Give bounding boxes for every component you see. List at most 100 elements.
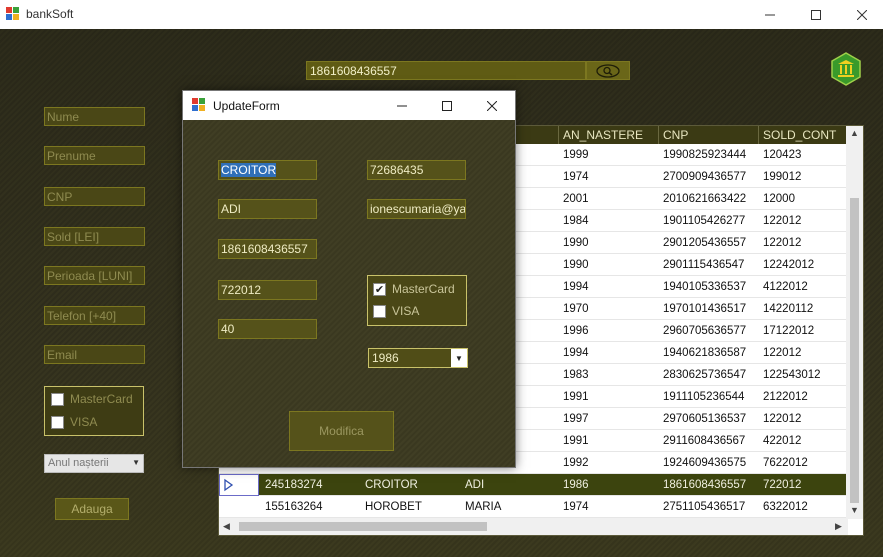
table-cell[interactable]: 2911608436567 (659, 430, 759, 452)
scroll-down-icon[interactable]: ▼ (850, 505, 859, 515)
table-cell[interactable]: 1970 (559, 298, 659, 320)
table-cell[interactable]: 1994 (559, 342, 659, 364)
visa-checkbox[interactable]: VISA (51, 415, 97, 429)
table-cell[interactable]: 1990 (559, 232, 659, 254)
sold-field[interactable]: Sold [LEI] (44, 227, 145, 246)
table-cell[interactable]: 1994 (559, 276, 659, 298)
prenume-input[interactable]: ADI (218, 199, 317, 219)
table-cell[interactable]: 6322012 (759, 496, 848, 518)
perioada-field[interactable]: Perioada [LUNI] (44, 266, 145, 285)
table-cell[interactable]: 1911105236544 (659, 386, 759, 408)
cnp-input[interactable]: 1861608436557 (218, 239, 317, 259)
table-cell[interactable]: 1991 (559, 386, 659, 408)
search-input[interactable]: 1861608436557 (306, 61, 586, 80)
table-cell[interactable]: HOROBET (361, 496, 461, 518)
table-cell[interactable]: 2700909436577 (659, 166, 759, 188)
scroll-up-icon[interactable]: ▲ (850, 128, 859, 138)
table-cell[interactable]: 2901115436547 (659, 254, 759, 276)
checkbox-box[interactable] (51, 415, 64, 429)
table-cell[interactable]: MARIA (461, 496, 561, 518)
telefon-field[interactable]: Telefon [+40] (44, 306, 145, 325)
table-cell[interactable]: 14220112 (759, 298, 848, 320)
scroll-right-icon[interactable]: ▶ (835, 521, 842, 532)
table-row[interactable]: 155163264 HOROBET MARIA 1974 2751105436517 63… (219, 496, 848, 518)
table-cell[interactable]: 722012 (759, 474, 848, 496)
vertical-scrollbar[interactable]: ▲ ▼ (846, 126, 863, 519)
table-cell[interactable]: 2960705636577 (659, 320, 759, 342)
table-cell[interactable]: 4122012 (759, 276, 848, 298)
column-header[interactable]: SOLD_CONT (759, 126, 848, 144)
scroll-left-icon[interactable]: ◀ (223, 521, 230, 532)
table-cell[interactable]: 122012 (759, 232, 848, 254)
search-button[interactable] (586, 61, 630, 80)
table-cell[interactable]: 122012 (759, 342, 848, 364)
table-cell[interactable]: 122012 (759, 408, 848, 430)
table-cell[interactable]: 2830625736547 (659, 364, 759, 386)
horizontal-scrollbar[interactable]: ◀ ▶ (219, 518, 848, 535)
table-cell[interactable]: 1974 (559, 496, 659, 518)
table-cell[interactable]: 122543012 (759, 364, 848, 386)
table-cell[interactable]: 1990825923444 (659, 144, 759, 166)
table-cell[interactable]: 122012 (759, 210, 848, 232)
table-cell[interactable]: CROITOR (361, 474, 461, 496)
table-cell[interactable]: 1992 (559, 452, 659, 474)
dialog-year-select[interactable]: 1986 ▼ (368, 348, 468, 368)
table-cell[interactable]: 2122012 (759, 386, 848, 408)
table-cell[interactable]: 155163264 (261, 496, 361, 518)
sold-input[interactable]: 722012 (218, 280, 317, 300)
prenume-field[interactable]: Prenume (44, 146, 145, 165)
table-cell[interactable]: 1999 (559, 144, 659, 166)
table-cell[interactable]: 245183274 (261, 474, 361, 496)
vertical-scroll-thumb[interactable] (850, 198, 859, 503)
table-cell[interactable]: 1940621836587 (659, 342, 759, 364)
table-cell[interactable]: 1996 (559, 320, 659, 342)
table-cell[interactable]: 1991 (559, 430, 659, 452)
dialog-minimize-button[interactable] (379, 91, 425, 120)
table-cell[interactable]: 7622012 (759, 452, 848, 474)
checkbox-box[interactable]: ✔ (373, 282, 386, 296)
minimize-button[interactable] (747, 0, 793, 29)
table-cell[interactable]: 2001 (559, 188, 659, 210)
table-cell[interactable]: 2751105436517 (659, 496, 759, 518)
table-cell[interactable]: 1984 (559, 210, 659, 232)
table-row[interactable]: 245183274 CROITOR ADI 1986 1861608436557 7220… (219, 474, 848, 496)
table-cell[interactable]: 1901105426277 (659, 210, 759, 232)
telefon-input[interactable]: 72686435 (367, 160, 466, 180)
dialog-close-button[interactable] (469, 91, 515, 120)
table-cell[interactable]: 199012 (759, 166, 848, 188)
table-cell[interactable]: 2970605136537 (659, 408, 759, 430)
table-cell[interactable]: 1997 (559, 408, 659, 430)
table-cell[interactable]: 1990 (559, 254, 659, 276)
checkbox-box[interactable] (51, 392, 64, 406)
dialog-maximize-button[interactable] (424, 91, 470, 120)
horizontal-scroll-thumb[interactable] (239, 522, 487, 531)
table-cell[interactable]: 1970101436517 (659, 298, 759, 320)
table-cell[interactable]: 1940105336537 (659, 276, 759, 298)
table-cell[interactable]: 1974 (559, 166, 659, 188)
chevron-down-icon[interactable]: ▼ (451, 349, 467, 367)
column-header[interactable]: AN_NASTERE (559, 126, 659, 144)
dialog-visa-checkbox[interactable]: VISA (373, 304, 419, 318)
nume-field[interactable]: Nume (44, 107, 145, 126)
table-cell[interactable]: 12000 (759, 188, 848, 210)
maximize-button[interactable] (793, 0, 839, 29)
mastercard-checkbox[interactable]: MasterCard (51, 392, 133, 406)
row-selector[interactable] (219, 474, 259, 496)
table-cell[interactable]: 2010621663422 (659, 188, 759, 210)
table-cell[interactable]: 1983 (559, 364, 659, 386)
table-cell[interactable]: 1986 (559, 474, 659, 496)
close-button[interactable] (839, 0, 883, 29)
table-cell[interactable]: 2901205436557 (659, 232, 759, 254)
table-cell[interactable]: 12242012 (759, 254, 848, 276)
perioada-input[interactable]: 40 (218, 319, 317, 339)
nume-input[interactable]: CROITOR (218, 160, 317, 180)
birth-year-select[interactable]: Anul nașterii ▼ (44, 454, 144, 473)
email-field[interactable]: Email (44, 345, 145, 364)
table-cell[interactable]: 120423 (759, 144, 848, 166)
column-header[interactable]: CNP (659, 126, 759, 144)
table-cell[interactable]: ADI (461, 474, 561, 496)
table-cell[interactable]: 422012 (759, 430, 848, 452)
checkbox-box[interactable] (373, 304, 386, 318)
add-button[interactable]: Adauga (55, 498, 129, 520)
modify-button[interactable]: Modifica (289, 411, 394, 451)
